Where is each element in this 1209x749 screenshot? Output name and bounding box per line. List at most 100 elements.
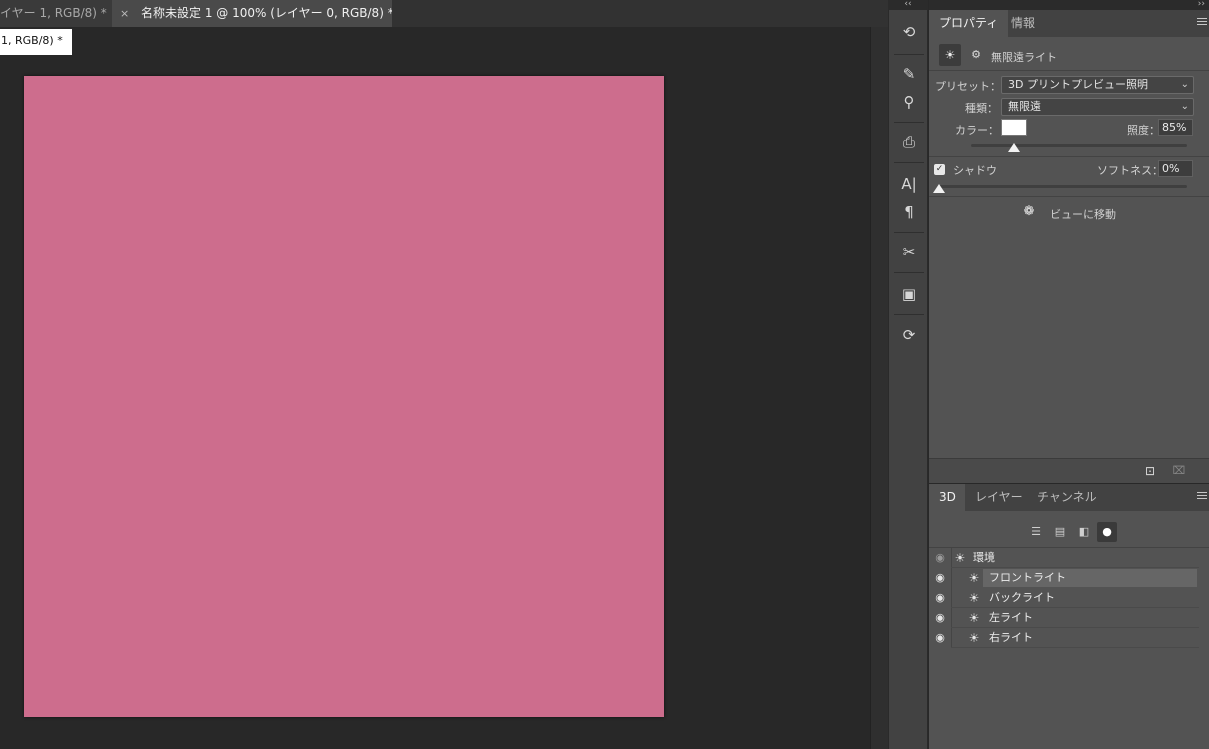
type-value: 無限遠 bbox=[1008, 100, 1041, 113]
intensity-label: 照度： bbox=[1127, 124, 1160, 137]
tool-presets-icon[interactable]: ⚲ bbox=[897, 90, 921, 114]
history-brush-icon[interactable]: ⟲ bbox=[897, 20, 921, 44]
type-select[interactable]: 無限遠 ⌄ bbox=[1001, 98, 1194, 116]
document-tab-label: 名称未設定 1 @ 100% (レイヤー 0, RGB/8) * bbox=[141, 6, 394, 20]
visibility-eye-icon[interactable]: ◉ bbox=[933, 631, 947, 645]
softness-slider-thumb[interactable] bbox=[933, 184, 945, 193]
light-icon: ☀ bbox=[968, 611, 980, 625]
softness-slider-track[interactable] bbox=[939, 185, 1187, 188]
character-icon[interactable]: A| bbox=[897, 172, 921, 196]
light-type-title: 無限遠ライト bbox=[991, 51, 1057, 64]
tree-row-front-light[interactable]: ◉ ☀ フロントライト bbox=[929, 568, 1199, 588]
tree-row-left-light[interactable]: ◉ ☀ 左ライト bbox=[929, 608, 1199, 628]
dock-divider bbox=[894, 54, 924, 55]
dock-divider bbox=[894, 314, 924, 315]
document-tab-bar: イヤー 1, RGB/8) * × 名称未設定 1 @ 100% (レイヤー 0… bbox=[0, 0, 888, 27]
document-tab-label: イヤー 1, RGB/8) * bbox=[0, 6, 107, 20]
document-tab[interactable]: イヤー 1, RGB/8) * bbox=[0, 0, 112, 27]
dock-divider bbox=[894, 232, 924, 233]
scene-filter-icon[interactable]: ☰ bbox=[1026, 522, 1046, 542]
tree-row-environment[interactable]: ◉ ☀ 環境 bbox=[929, 548, 1199, 568]
visibility-eye-icon[interactable]: ◉ bbox=[933, 611, 947, 625]
brush-settings-icon[interactable]: ✎ bbox=[897, 62, 921, 86]
tree-row-label: バックライト bbox=[989, 591, 1055, 604]
close-icon[interactable]: × bbox=[120, 7, 129, 20]
dock-divider bbox=[894, 122, 924, 123]
3d-tab-bar: 3D レイヤー チャンネル bbox=[929, 484, 1209, 511]
mesh-filter-icon[interactable]: ▤ bbox=[1050, 522, 1070, 542]
light-filter-icon[interactable]: ● bbox=[1097, 522, 1117, 542]
chevron-down-icon: ⌄ bbox=[1180, 79, 1189, 90]
chevron-down-icon: ⌄ bbox=[1180, 101, 1189, 112]
properties-panel: プロパティ 情報 ☀ ⚙ 無限遠ライト プリセット： 3D プリントプレビュー照… bbox=[929, 10, 1209, 483]
material-filter-icon[interactable]: ◧ bbox=[1074, 522, 1094, 542]
preset-select[interactable]: 3D プリントプレビュー照明 ⌄ bbox=[1001, 76, 1194, 94]
shadow-label: シャドウ bbox=[953, 164, 997, 177]
light-icon: ☀ bbox=[968, 631, 980, 645]
tree-row-back-light[interactable]: ◉ ☀ バックライト bbox=[929, 588, 1199, 608]
divider bbox=[951, 647, 1199, 648]
preset-value: 3D プリントプレビュー照明 bbox=[1008, 78, 1148, 91]
intensity-field[interactable]: 85% bbox=[1158, 119, 1193, 136]
trash-icon[interactable]: ⌧ bbox=[1171, 463, 1187, 479]
color-label: カラー： bbox=[955, 124, 999, 137]
tab-channels[interactable]: チャンネル bbox=[1027, 484, 1107, 511]
properties-tab-bar: プロパティ 情報 bbox=[929, 10, 1209, 37]
expand-panels-icon[interactable]: ›› bbox=[929, 0, 1209, 10]
tab-3d[interactable]: 3D bbox=[929, 484, 965, 511]
panel-menu-icon[interactable] bbox=[1197, 18, 1207, 28]
preset-label: プリセット： bbox=[935, 80, 1001, 93]
3d-tools-icon[interactable]: ✂ bbox=[897, 240, 921, 264]
light-icon[interactable]: ☀ bbox=[939, 44, 961, 66]
visibility-eye-icon[interactable]: ◉ bbox=[933, 551, 947, 565]
navigator-icon[interactable]: ▣ bbox=[897, 282, 921, 306]
bulb-icon[interactable]: ❁ bbox=[1017, 203, 1041, 221]
intensity-slider-thumb[interactable] bbox=[1008, 143, 1021, 152]
tab-info[interactable]: 情報 bbox=[1001, 10, 1045, 37]
type-label: 種類： bbox=[965, 102, 998, 115]
divider bbox=[951, 568, 952, 588]
divider bbox=[951, 628, 952, 648]
coordinates-icon[interactable]: ⚙ bbox=[967, 44, 985, 66]
move-to-view-label[interactable]: ビューに移動 bbox=[1050, 206, 1116, 222]
dock-divider bbox=[894, 162, 924, 163]
history-icon[interactable]: ⟳ bbox=[897, 323, 921, 347]
tree-row-label: フロントライト bbox=[989, 571, 1066, 584]
3d-panel: 3D レイヤー チャンネル ☰ ▤ ◧ ● ◉ ☀ 環境 ◉ ☀ フロントライト… bbox=[929, 484, 1209, 749]
divider bbox=[929, 70, 1209, 71]
divider bbox=[929, 196, 1209, 197]
tree-row-right-light[interactable]: ◉ ☀ 右ライト bbox=[929, 628, 1199, 648]
light-icon: ☀ bbox=[968, 591, 980, 605]
visibility-eye-icon[interactable]: ◉ bbox=[933, 591, 947, 605]
light-color-swatch[interactable] bbox=[1001, 119, 1027, 136]
visibility-eye-icon[interactable]: ◉ bbox=[933, 571, 947, 585]
divider bbox=[951, 548, 952, 568]
clone-source-icon[interactable]: ⎙ bbox=[897, 130, 921, 154]
tab-layers[interactable]: レイヤー bbox=[965, 484, 1033, 511]
environment-icon: ☀ bbox=[954, 551, 966, 565]
intensity-slider-track[interactable] bbox=[971, 144, 1187, 147]
paragraph-icon[interactable]: ¶ bbox=[897, 200, 921, 224]
floating-document-title[interactable]: 1, RGB/8) * bbox=[0, 29, 72, 55]
divider bbox=[951, 588, 952, 608]
tab-bar-empty-area bbox=[392, 0, 888, 27]
document-tab-active[interactable]: × 名称未設定 1 @ 100% (レイヤー 0, RGB/8) * bbox=[112, 0, 394, 27]
softness-field[interactable]: 0% bbox=[1158, 160, 1193, 177]
shadow-checkbox[interactable]: ✓ bbox=[934, 164, 945, 175]
divider bbox=[929, 156, 1209, 157]
panel-dock: ⟲ ✎ ⚲ ⎙ A| ¶ ✂ ▣ ⟳ bbox=[888, 10, 928, 749]
panel-menu-icon[interactable] bbox=[1197, 492, 1207, 502]
tree-row-label: 環境 bbox=[973, 551, 995, 564]
properties-footer: ⊡ ⌧ bbox=[929, 458, 1209, 483]
workspace-scrollbar[interactable] bbox=[870, 27, 888, 749]
divider bbox=[951, 608, 952, 628]
tree-row-label: 左ライト bbox=[989, 611, 1033, 624]
light-icon: ☀ bbox=[968, 571, 980, 585]
softness-label: ソフトネス： bbox=[1097, 164, 1163, 177]
collapse-panels-icon[interactable]: ‹‹ bbox=[888, 0, 928, 10]
new-light-icon[interactable]: ⊡ bbox=[1142, 463, 1158, 479]
dock-divider bbox=[894, 272, 924, 273]
tree-row-label: 右ライト bbox=[989, 631, 1033, 644]
tab-properties[interactable]: プロパティ bbox=[929, 10, 1009, 37]
document-canvas[interactable] bbox=[24, 76, 664, 717]
